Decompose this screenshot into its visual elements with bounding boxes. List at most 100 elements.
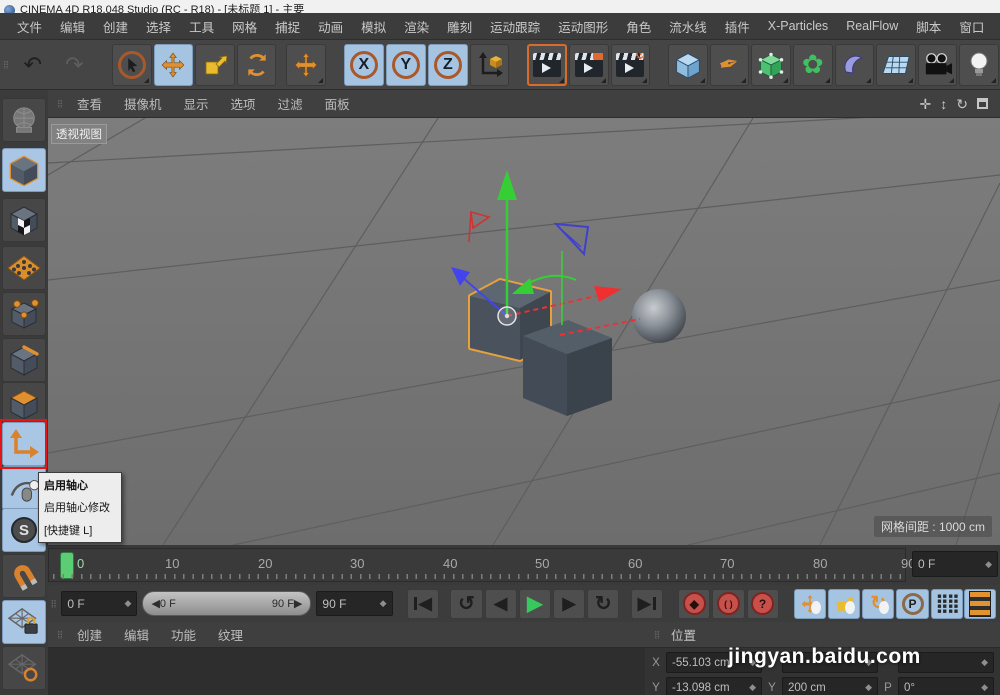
add-floor-button[interactable] <box>876 44 916 86</box>
spinner-icon[interactable]: ◆ <box>865 682 872 693</box>
add-deformer-button[interactable]: ✿ <box>793 44 833 86</box>
menu-item[interactable]: 运动图形 <box>549 12 617 41</box>
add-environment-button[interactable] <box>835 44 875 86</box>
materials-menu-item[interactable]: 纹理 <box>207 621 254 648</box>
rotation-p-field[interactable]: 0° ◆ <box>898 677 994 695</box>
play-button[interactable]: ▶ <box>519 589 551 619</box>
vp-orbit-icon[interactable]: ↻ <box>956 97 968 111</box>
last-used-tool-button[interactable] <box>286 44 326 86</box>
previous-frame-button[interactable]: ◀ <box>485 589 517 619</box>
vp-toggle-view-icon[interactable] <box>977 98 988 109</box>
render-view-button[interactable] <box>527 44 567 86</box>
render-settings-button[interactable]: ⚙ <box>611 44 651 86</box>
frame-number-field[interactable]: 0 F ◆ <box>912 551 998 577</box>
unselected-cube[interactable] <box>523 320 612 416</box>
move-tool-button[interactable] <box>154 44 194 86</box>
motion-clip-button[interactable] <box>964 589 996 619</box>
redo-button[interactable]: ↷ <box>55 44 95 86</box>
menu-item[interactable]: 模拟 <box>352 12 395 41</box>
menu-item[interactable]: 流水线 <box>660 12 716 41</box>
add-generator-button[interactable] <box>751 44 791 86</box>
keyframe-selection-button[interactable]: ⣿⣿ <box>931 589 963 619</box>
goto-end-button[interactable]: ▶ <box>631 589 663 619</box>
spinner-icon[interactable]: ◆ <box>981 682 988 693</box>
coordinates-grip[interactable]: ⣿ <box>651 631 663 639</box>
viewport-grip[interactable]: ⣿ <box>54 100 66 108</box>
workplane-mode-button[interactable] <box>2 246 46 290</box>
snap-workplane-button[interactable] <box>2 646 46 690</box>
position-y-field[interactable]: -13.098 cm ◆ <box>666 677 762 695</box>
axis-lock-button[interactable]: X <box>344 44 384 86</box>
materials-menu-item[interactable]: 功能 <box>160 621 207 648</box>
menu-item[interactable]: 角色 <box>617 12 660 41</box>
menu-item[interactable]: 雕刻 <box>438 12 481 41</box>
add-camera-button[interactable] <box>918 44 958 86</box>
goto-start-button[interactable]: ◀ <box>407 589 439 619</box>
magnet-tool-button[interactable] <box>2 554 46 598</box>
key-position-toggle[interactable] <box>794 589 826 619</box>
previous-key-button[interactable]: ↺ <box>450 589 482 619</box>
record-keyframe-button[interactable]: ◆ <box>678 589 710 619</box>
materials-grip[interactable]: ⣿ <box>54 631 66 639</box>
toolbar-grip[interactable]: ⣿ <box>0 61 12 69</box>
viewport-menu-item[interactable]: 查看 <box>66 90 113 117</box>
make-editable-button[interactable] <box>2 98 46 142</box>
menu-item[interactable]: 编辑 <box>51 12 94 41</box>
animbar-grip[interactable]: ⣿ <box>48 600 59 608</box>
vp-pan-icon[interactable]: ✛ <box>920 97 932 111</box>
polygon-mode-button[interactable] <box>2 382 46 426</box>
texture-mode-button[interactable] <box>2 198 46 242</box>
viewport-menu-item[interactable]: 显示 <box>173 90 220 117</box>
next-frame-button[interactable]: ▶ <box>553 589 585 619</box>
add-cube-button[interactable] <box>668 44 708 86</box>
menu-item[interactable]: X-Particles <box>759 14 837 38</box>
coordinate-system-button[interactable] <box>470 44 510 86</box>
menu-item[interactable]: RealFlow <box>837 14 907 38</box>
viewport-menu-item[interactable]: 选项 <box>220 90 267 117</box>
spinner-icon[interactable]: ◆ <box>749 682 756 693</box>
end-frame-field[interactable]: 90 F ◆ <box>316 591 392 616</box>
timeline-ruler[interactable]: 0102030405060708090 <box>48 548 906 582</box>
axis-lock-button[interactable]: Y <box>386 44 426 86</box>
menu-item[interactable]: 渲染 <box>395 12 438 41</box>
range-right-arrow[interactable]: ▶ <box>294 597 302 610</box>
undo-button[interactable]: ↶ <box>13 44 53 86</box>
menu-item[interactable]: 网格 <box>223 12 266 41</box>
materials-menu-item[interactable]: 创建 <box>66 621 113 648</box>
spinner-icon[interactable]: ◆ <box>985 559 992 570</box>
range-left-arrow[interactable]: ◀ <box>151 597 159 610</box>
edge-mode-button[interactable] <box>2 338 46 382</box>
axis-lock-button[interactable]: Z <box>428 44 468 86</box>
sphere-object[interactable] <box>632 289 686 343</box>
next-key-button[interactable]: ↻ <box>587 589 619 619</box>
menu-item[interactable]: 创建 <box>94 12 137 41</box>
spinner-icon[interactable]: ◆ <box>981 657 988 668</box>
menu-item[interactable]: 捕捉 <box>266 12 309 41</box>
menu-item[interactable]: 窗口 <box>950 12 993 41</box>
menu-item[interactable]: 运动跟踪 <box>481 12 549 41</box>
menu-item[interactable]: 脚本 <box>907 12 950 41</box>
menu-item[interactable]: 插件 <box>716 12 759 41</box>
viewport-menu-item[interactable]: 摄像机 <box>113 90 173 117</box>
keyframe-help-button[interactable]: ? <box>747 589 779 619</box>
live-selection-button[interactable] <box>112 44 152 86</box>
autokey-button[interactable]: ( ) <box>712 589 744 619</box>
menu-item[interactable]: 文件 <box>8 12 51 41</box>
vp-zoom-icon[interactable]: ↕ <box>940 97 947 111</box>
model-mode-button[interactable] <box>2 148 46 192</box>
enable-axis-button[interactable] <box>2 422 46 466</box>
viewport-menu-item[interactable]: 过滤 <box>267 90 314 117</box>
menu-item[interactable]: 动画 <box>309 12 352 41</box>
viewport-menu-item[interactable]: 面板 <box>314 90 361 117</box>
menu-item[interactable]: 工具 <box>180 12 223 41</box>
render-region-button[interactable] <box>569 44 609 86</box>
menu-item[interactable]: 选择 <box>137 12 180 41</box>
rotate-tool-button[interactable] <box>237 44 277 86</box>
materials-menu-item[interactable]: 编辑 <box>113 621 160 648</box>
lock-workplane-button[interactable] <box>2 600 46 644</box>
points-mode-button[interactable] <box>2 292 46 336</box>
key-parameter-toggle[interactable]: P <box>896 589 928 619</box>
spinner-icon[interactable]: ◆ <box>125 598 132 609</box>
frame-range-slider[interactable]: ◀ 0 F 90 F ▶ <box>142 591 311 616</box>
key-scale-toggle[interactable] <box>828 589 860 619</box>
